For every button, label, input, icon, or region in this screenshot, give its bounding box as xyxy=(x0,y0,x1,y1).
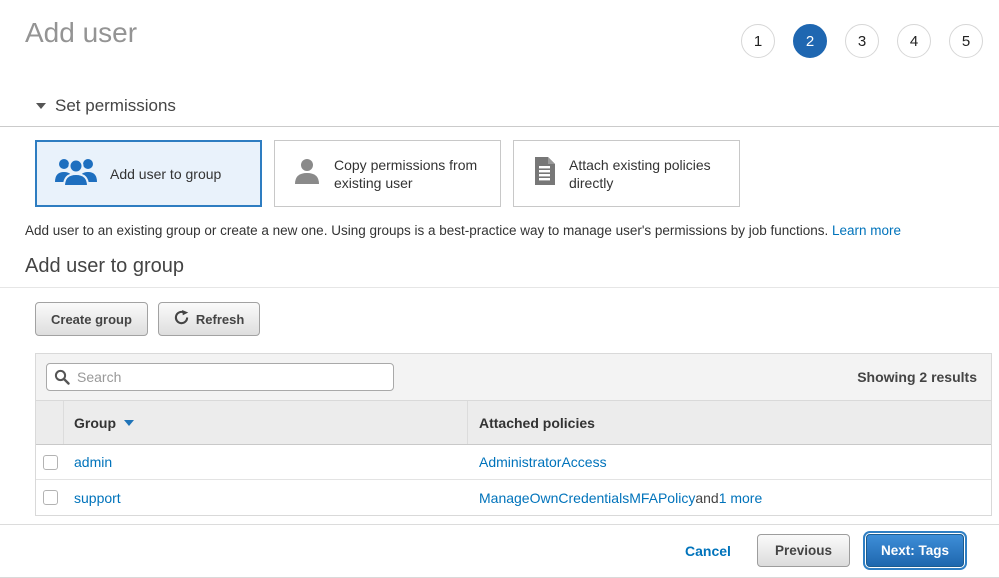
and-text: and xyxy=(695,490,718,506)
group-section-divider xyxy=(0,287,999,288)
refresh-label: Refresh xyxy=(196,312,244,327)
set-permissions-header[interactable]: Set permissions xyxy=(36,96,999,116)
refresh-button[interactable]: Refresh xyxy=(158,302,260,336)
table-row: support ManageOwnCredentialsMFAPolicy an… xyxy=(36,480,991,515)
users-group-icon xyxy=(54,156,98,191)
step-4: 4 xyxy=(897,24,931,58)
refresh-icon xyxy=(174,310,189,328)
search-box xyxy=(46,363,394,391)
previous-button[interactable]: Previous xyxy=(757,534,850,567)
column-label: Attached policies xyxy=(479,415,595,431)
step-5: 5 xyxy=(949,24,983,58)
sort-desc-icon xyxy=(124,420,134,426)
policies-cell: ManageOwnCredentialsMFAPolicy and 1 more xyxy=(468,480,991,515)
column-header-attached-policies: Attached policies xyxy=(468,401,991,444)
group-link[interactable]: admin xyxy=(74,454,112,470)
section-title: Set permissions xyxy=(55,96,176,116)
option-copy-permissions[interactable]: Copy permissions from existing user xyxy=(274,140,501,207)
page-header: Add user 1 2 3 4 5 xyxy=(0,0,999,58)
permission-option-cards: Add user to group Copy permissions from … xyxy=(35,140,999,207)
section-divider xyxy=(0,126,999,127)
option-label: Copy permissions from existing user xyxy=(334,156,484,192)
wizard-steps: 1 2 3 4 5 xyxy=(741,24,983,58)
user-icon xyxy=(292,156,322,191)
step-2-active: 2 xyxy=(793,24,827,58)
chevron-down-icon xyxy=(36,103,46,109)
group-section-title: Add user to group xyxy=(25,254,999,278)
footer-actions: Cancel Previous Next: Tags xyxy=(0,525,999,567)
group-actions: Create group Refresh xyxy=(35,302,999,336)
step-3: 3 xyxy=(845,24,879,58)
document-icon xyxy=(531,156,557,191)
description-text: Add user to an existing group or create … xyxy=(25,223,828,238)
step-1: 1 xyxy=(741,24,775,58)
search-icon xyxy=(54,369,70,390)
row-checkbox-cell xyxy=(36,480,64,515)
search-input[interactable] xyxy=(46,363,394,391)
group-link[interactable]: support xyxy=(74,490,121,506)
option-add-user-to-group[interactable]: Add user to group xyxy=(35,140,262,207)
page-title: Add user xyxy=(25,16,137,50)
create-group-button[interactable]: Create group xyxy=(35,302,148,336)
group-cell: support xyxy=(64,480,468,515)
table-toolbar: Showing 2 results xyxy=(36,354,991,401)
policies-cell: AdministratorAccess xyxy=(468,445,991,479)
option-attach-policies[interactable]: Attach existing policies directly xyxy=(513,140,740,207)
row-checkbox-cell xyxy=(36,445,64,479)
group-cell: admin xyxy=(64,445,468,479)
section-description: Add user to an existing group or create … xyxy=(25,223,974,238)
column-header-group[interactable]: Group xyxy=(64,401,468,444)
next-tags-button[interactable]: Next: Tags xyxy=(866,534,964,567)
learn-more-link[interactable]: Learn more xyxy=(832,223,901,238)
header-checkbox-cell xyxy=(36,401,64,444)
cancel-button[interactable]: Cancel xyxy=(685,543,731,559)
table-header-row: Group Attached policies xyxy=(36,401,991,445)
column-label: Group xyxy=(74,415,116,431)
results-count: Showing 2 results xyxy=(857,369,977,385)
groups-table: Showing 2 results Group Attached policie… xyxy=(35,353,992,516)
policy-link[interactable]: ManageOwnCredentialsMFAPolicy xyxy=(479,490,695,506)
row-checkbox[interactable] xyxy=(43,490,58,505)
more-policies-link[interactable]: 1 more xyxy=(719,490,763,506)
option-label: Add user to group xyxy=(110,165,260,183)
option-label: Attach existing policies directly xyxy=(569,156,719,192)
policy-link[interactable]: AdministratorAccess xyxy=(479,454,607,470)
table-row: admin AdministratorAccess xyxy=(36,445,991,480)
row-checkbox[interactable] xyxy=(43,455,58,470)
